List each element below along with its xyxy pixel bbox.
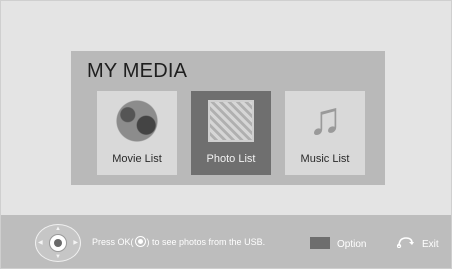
page-title: MY MEDIA (87, 60, 188, 82)
arrow-down-icon: ▼ (55, 254, 61, 260)
photo-thumbnail-icon (208, 100, 254, 142)
usb-hint-text: Press OK( ) to see photos from the USB. (92, 236, 265, 247)
photo-list-tile[interactable]: Photo List (191, 91, 271, 175)
tv-screen: MY MEDIA Movie List Photo List ♫ Music L… (0, 0, 452, 269)
hint-text-end: ) to see photos from the USB. (146, 237, 266, 247)
arrow-right-icon: ▶ (73, 240, 78, 246)
music-list-tile[interactable]: ♫ Music List (285, 91, 365, 175)
film-reel-icon (114, 100, 160, 142)
exit-label: Exit (422, 239, 439, 250)
my-media-panel: MY MEDIA Movie List Photo List ♫ Music L… (71, 51, 385, 185)
hint-text-start: Press OK( (92, 237, 134, 247)
remote-hint-bar: ▲ ▼ ◀ ▶ Press OK( ) to see photos from th… (1, 215, 451, 268)
music-list-label: Music List (300, 153, 350, 165)
dpad-icon: ▲ ▼ ◀ ▶ (35, 224, 81, 262)
ok-icon (134, 236, 146, 247)
movie-list-tile[interactable]: Movie List (97, 91, 177, 175)
option-label: Option (337, 239, 367, 250)
option-key-icon (310, 237, 330, 249)
exit-return-icon (397, 237, 414, 248)
arrow-up-icon: ▲ (55, 226, 61, 232)
movie-list-label: Movie List (112, 153, 162, 165)
arrow-left-icon: ◀ (38, 240, 43, 246)
photo-list-label: Photo List (206, 153, 256, 165)
ok-button-icon (49, 234, 67, 252)
music-note-icon: ♫ (307, 92, 343, 144)
